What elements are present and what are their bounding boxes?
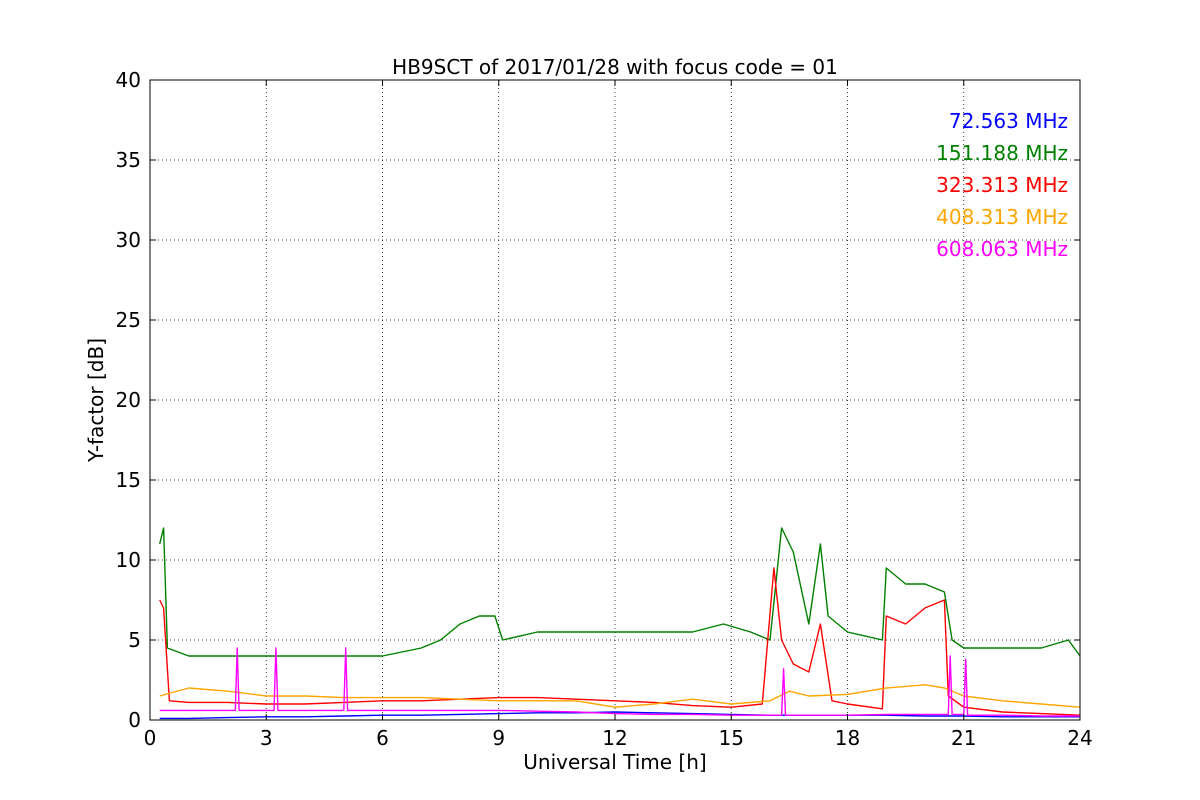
legend-entry-1: 72.563 MHz xyxy=(949,109,1068,133)
x-tick-label: 24 xyxy=(1067,726,1092,750)
y-axis-label: Y-factor [dB] xyxy=(84,338,108,463)
y-tick-label: 20 xyxy=(116,388,141,412)
x-tick-label: 3 xyxy=(260,726,273,750)
x-tick-label: 12 xyxy=(602,726,627,750)
y-tick-label: 15 xyxy=(116,468,141,492)
legend-entry-2: 151.188 MHz xyxy=(936,141,1068,165)
legend-entry-3: 323.313 MHz xyxy=(936,173,1068,197)
x-tick-label: 15 xyxy=(719,726,744,750)
y-tick-label: 5 xyxy=(128,628,141,652)
x-axis-label: Universal Time [h] xyxy=(523,750,706,774)
x-tick-label: 21 xyxy=(951,726,976,750)
x-tick-label: 0 xyxy=(144,726,157,750)
y-tick-label: 30 xyxy=(116,228,141,252)
legend: 72.563 MHz 151.188 MHz 323.313 MHz 408.313 … xyxy=(936,109,1068,261)
y-tick-label: 35 xyxy=(116,148,141,172)
y-tick-label: 40 xyxy=(116,68,141,92)
x-tick-label: 18 xyxy=(835,726,860,750)
x-tick-label: 9 xyxy=(492,726,505,750)
legend-entry-5: 608.063 MHz xyxy=(936,237,1068,261)
x-tick-label: 6 xyxy=(376,726,389,750)
legend-entry-4: 408.313 MHz xyxy=(936,205,1068,229)
y-tick-label: 25 xyxy=(116,308,141,332)
chart-title: HB9SCT of 2017/01/28 with focus code = 0… xyxy=(392,55,838,79)
y-tick-label: 10 xyxy=(116,548,141,572)
y-tick-label: 0 xyxy=(128,708,141,732)
chart: 0 3 6 9 12 15 18 21 24 0 5 10 15 20 25 30 35 40 HB9SCT of… xyxy=(0,0,1200,800)
